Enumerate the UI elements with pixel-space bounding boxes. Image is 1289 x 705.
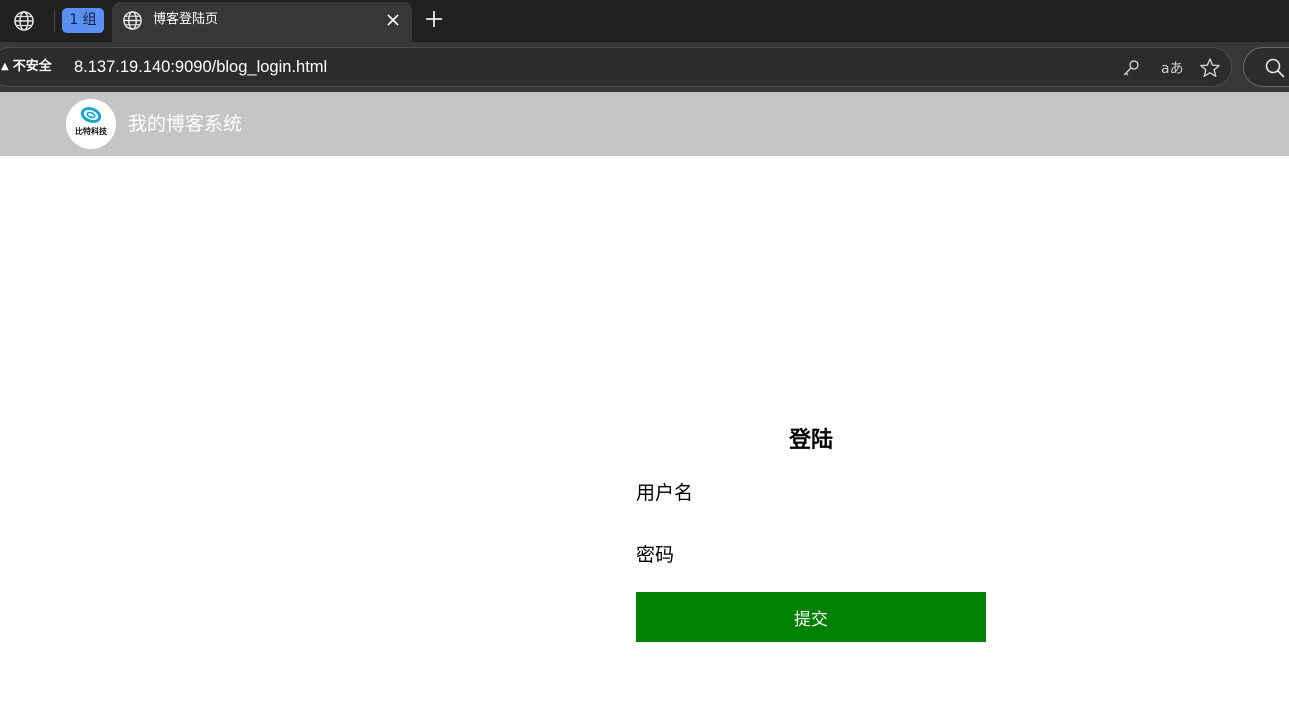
close-icon[interactable] bbox=[380, 7, 406, 33]
username-label: 用户名 bbox=[636, 482, 694, 504]
submit-button[interactable]: 提交 bbox=[636, 592, 986, 642]
username-row: 用户名 bbox=[636, 476, 986, 510]
site-security-indicator[interactable]: ▲ 不安全 bbox=[1, 48, 52, 86]
svg-text:aあ: aあ bbox=[1161, 61, 1184, 77]
tab-separator bbox=[54, 10, 55, 32]
password-input[interactable] bbox=[756, 540, 986, 570]
star-icon[interactable] bbox=[1199, 57, 1221, 79]
username-input[interactable] bbox=[756, 478, 986, 508]
blog-nav-bar: 比特科技 我的博客系统 bbox=[0, 92, 1289, 156]
key-icon[interactable] bbox=[1120, 57, 1142, 79]
address-bar[interactable]: ▲ 不安全 8.137.19.140:9090/blog_login.html … bbox=[0, 47, 1232, 87]
url-text[interactable]: 8.137.19.140:9090/blog_login.html bbox=[74, 48, 327, 86]
login-title: 登陆 bbox=[788, 428, 833, 453]
insecure-label: 不安全 bbox=[12, 59, 52, 74]
plus-icon[interactable] bbox=[421, 6, 447, 32]
read-aloud-icon[interactable]: aあ bbox=[1159, 57, 1185, 79]
search-button[interactable] bbox=[1243, 47, 1289, 87]
tab-group-chip[interactable]: 1 组 bbox=[62, 8, 104, 33]
site-title: 我的博客系统 bbox=[128, 113, 243, 135]
login-form: 登陆 用户名 密码 提交 bbox=[636, 420, 986, 650]
site-logo[interactable]: 比特科技 bbox=[66, 99, 116, 149]
warning-icon: ▲ bbox=[1, 61, 9, 72]
browser-tab-strip: 1 组 博客登陆页 bbox=[0, 0, 1289, 44]
tab-active[interactable]: 博客登陆页 bbox=[112, 2, 412, 44]
password-row: 密码 bbox=[636, 538, 986, 572]
search-icon bbox=[1264, 57, 1286, 79]
globe-icon[interactable] bbox=[11, 8, 37, 34]
password-label: 密码 bbox=[636, 544, 675, 566]
tab-title: 博客登陆页 bbox=[153, 12, 219, 27]
logo-text: 比特科技 bbox=[75, 127, 107, 136]
browser-toolbar: ▲ 不安全 8.137.19.140:9090/blog_login.html … bbox=[0, 42, 1289, 92]
globe-icon bbox=[120, 8, 144, 32]
